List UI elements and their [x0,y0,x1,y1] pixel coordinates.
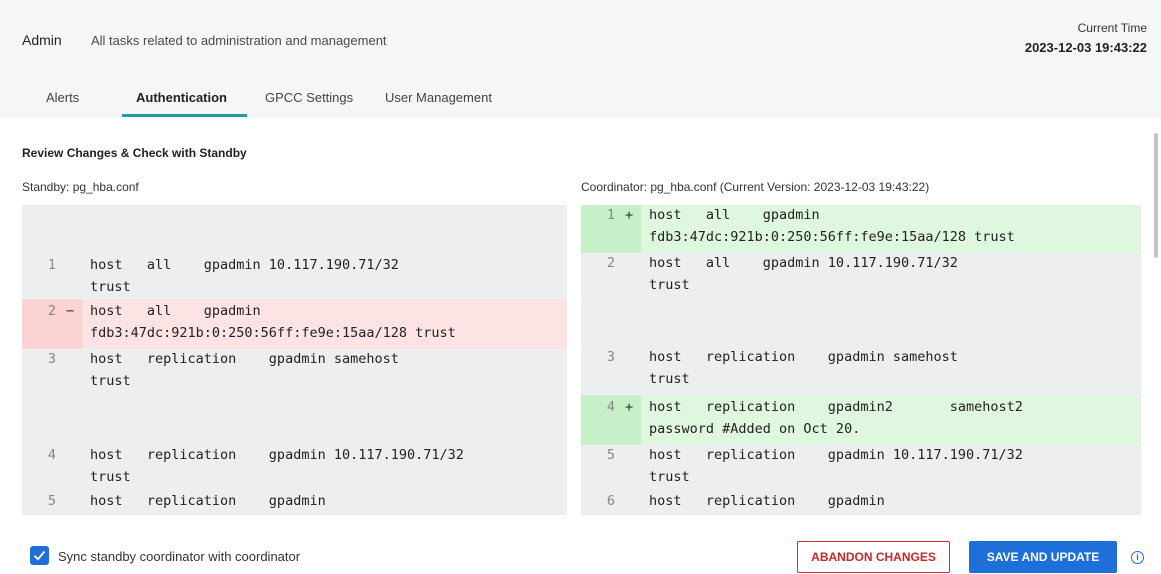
line-number: 1 [606,207,615,223]
coordinator-diff-pane[interactable]: 1 + host all gpadmin fdb3:47dc:921b:0:250:5… [581,205,1141,515]
diff-row: 4 + host replication gpadmin2 samehost2 pas… [581,395,1141,445]
abandon-changes-button[interactable]: ABANDON CHANGES [797,541,950,573]
coordinator-file-label: Coordinator: pg_hba.conf (Current Versio… [581,180,930,194]
page-description: All tasks related to administration and … [91,33,387,48]
diff-row: 1 host all gpadmin 10.117.190.71/32 trust [22,253,567,303]
code-line: trust [649,371,690,387]
code-line: host replication gpadmin [90,493,326,509]
code-line: fdb3:47dc:921b:0:250:56ff:fe9e:15aa/128 … [90,325,456,341]
page-title: Admin [22,32,62,48]
save-and-update-button[interactable]: SAVE AND UPDATE [969,541,1117,573]
line-number: 6 [606,493,615,509]
line-number: 3 [47,351,56,367]
active-tab-indicator [122,114,247,117]
code-line: trust [649,469,690,485]
standby-diff-pane[interactable]: 1 host all gpadmin 10.117.190.71/32 trust 2… [22,205,567,515]
sync-checkbox[interactable] [30,546,49,565]
tab-authentication[interactable]: Authentication [136,90,227,105]
code-line: host replication gpadmin2 samehost2 [649,399,1023,415]
diff-row: 5 host replication gpadmin [22,489,567,515]
tab-alerts[interactable]: Alerts [46,90,79,105]
diff-row: 2 host all gpadmin 10.117.190.71/32 trust [581,251,1141,301]
code-line: trust [90,279,131,295]
sync-checkbox-label[interactable]: Sync standby coordinator with coordinato… [58,549,300,564]
code-line: host replication gpadmin samehost [90,351,399,367]
code-line: fdb3:47dc:921b:0:250:56ff:fe9e:15aa/128 … [649,229,1015,245]
code-line: trust [90,373,131,389]
code-line: password #Added on Oct 20. [649,421,861,437]
line-number: 4 [47,447,56,463]
code-line: host replication gpadmin [649,493,885,509]
line-number: 2 [47,303,56,319]
code-line: trust [90,469,131,485]
removed-line-marker: − [66,303,75,319]
line-number: 1 [47,257,56,273]
line-number: 5 [47,493,56,509]
added-line-marker: + [625,399,634,415]
line-number: 3 [606,349,615,365]
current-time-value: 2023-12-03 19:43:22 [1024,40,1147,55]
diff-row: 5 host replication gpadmin 10.117.190.71/… [581,443,1141,493]
diff-row: 1 + host all gpadmin fdb3:47dc:921b:0:250:5… [581,205,1141,253]
code-line: host all gpadmin [90,303,261,319]
code-line: host all gpadmin 10.117.190.71/32 [90,257,399,273]
review-section-title: Review Changes & Check with Standby [22,146,247,160]
code-line: host replication gpadmin samehost [649,349,958,365]
check-icon [33,550,46,561]
line-number: 5 [606,447,615,463]
standby-file-label: Standby: pg_hba.conf [22,180,139,194]
tab-bar: Alerts Authentication GPCC Settings User… [0,84,1161,118]
diff-row: 3 host replication gpadmin samehost trust [581,345,1141,395]
diff-row: 4 host replication gpadmin 10.117.190.71/… [22,443,567,493]
current-time-label: Current Time [1077,21,1147,35]
diff-row: 3 host replication gpadmin samehost trust [22,347,567,397]
code-line: host replication gpadmin 10.117.190.71/3… [90,447,464,463]
code-line: trust [649,277,690,293]
code-line: host replication gpadmin 10.117.190.71/3… [649,447,1023,463]
code-line: host all gpadmin [649,207,820,223]
line-number: 4 [606,399,615,415]
tab-user-management[interactable]: User Management [385,90,492,105]
code-line: host all gpadmin 10.117.190.71/32 [649,255,958,271]
diff-row: 2− host all gpadmin fdb3:47dc:921b:0:250:5… [22,299,567,349]
diff-row: 6 host replication gpadmin [581,489,1141,515]
info-icon[interactable]: i [1131,551,1144,564]
page-header: Admin All tasks related to administratio… [0,0,1161,84]
page-scrollbar[interactable] [1154,133,1158,258]
action-footer: Sync standby coordinator with coordinato… [0,516,1161,574]
tab-gpcc-settings[interactable]: GPCC Settings [265,90,353,105]
added-line-marker: + [625,207,634,223]
line-number: 2 [606,255,615,271]
